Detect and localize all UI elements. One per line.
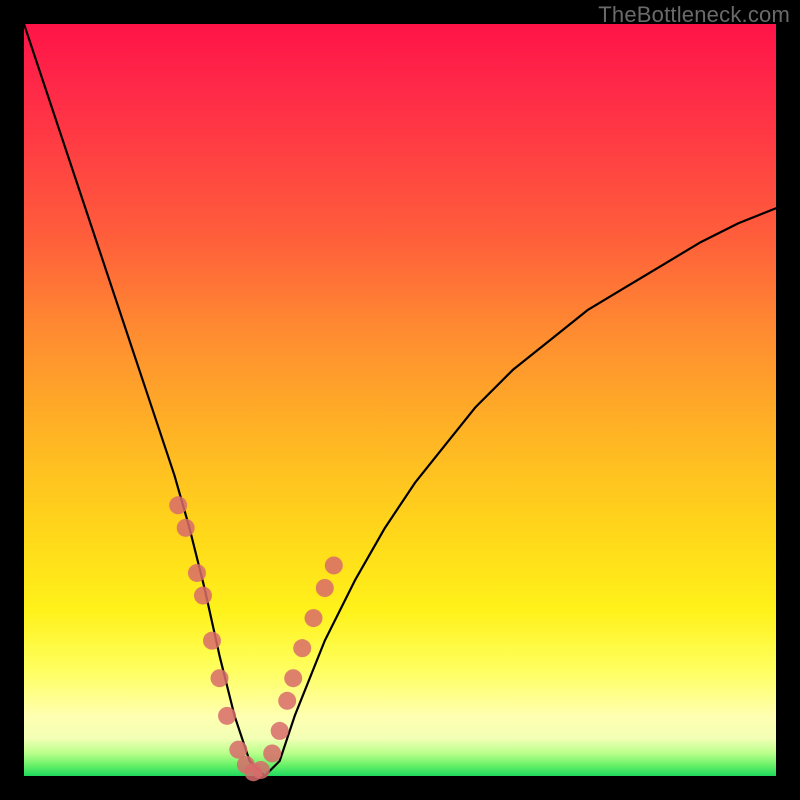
highlight-point [284, 669, 302, 687]
bottleneck-curve [24, 24, 776, 776]
highlight-point [188, 564, 206, 582]
highlight-point [278, 692, 296, 710]
highlight-point [177, 519, 195, 537]
highlight-point [316, 579, 334, 597]
highlight-point [325, 556, 343, 574]
highlight-point [305, 609, 323, 627]
highlight-point [169, 496, 187, 514]
highlight-point [263, 744, 281, 762]
highlight-point [211, 669, 229, 687]
highlight-point [194, 587, 212, 605]
highlight-point [293, 639, 311, 657]
highlight-point [252, 761, 270, 779]
highlight-point [218, 707, 236, 725]
highlight-point [271, 722, 289, 740]
highlight-points [169, 496, 343, 781]
highlight-point [203, 632, 221, 650]
chart-container: TheBottleneck.com [0, 0, 800, 800]
curve-layer [24, 24, 776, 776]
plot-area [24, 24, 776, 776]
